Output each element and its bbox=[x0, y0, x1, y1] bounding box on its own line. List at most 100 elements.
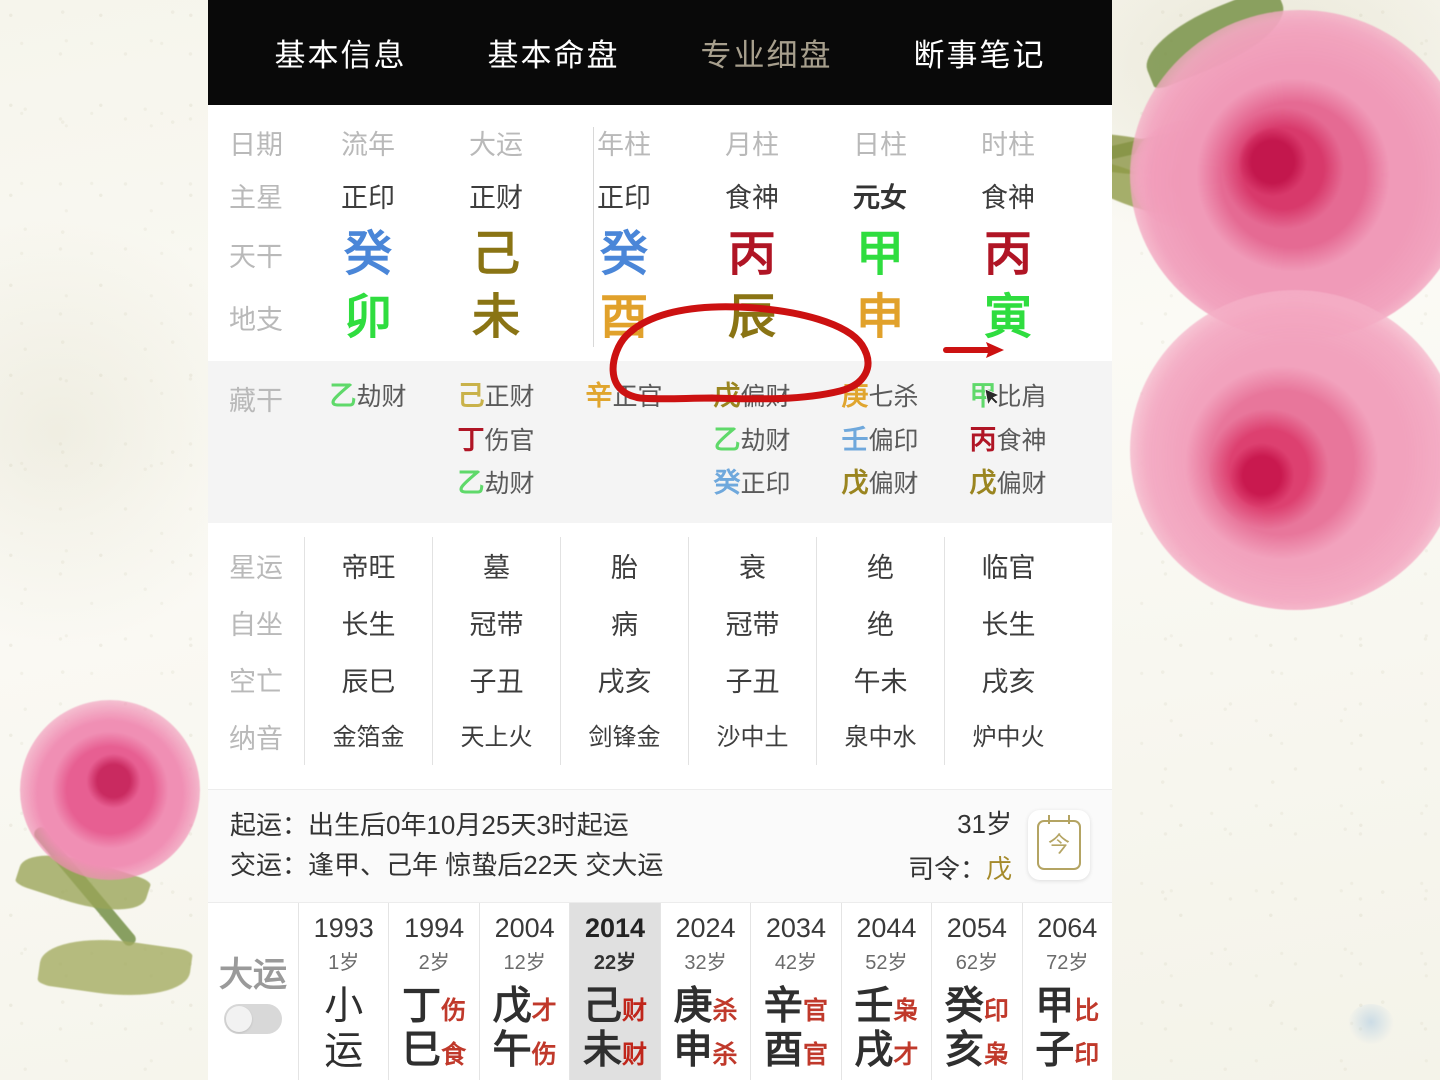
void-3: 子丑 bbox=[688, 650, 816, 708]
jiaoyun-value: 逢甲、己年 惊蛰后22天 交大运 bbox=[308, 849, 664, 880]
dayun-age: 22岁 bbox=[593, 951, 637, 974]
gan-liunian[interactable]: 癸 bbox=[304, 227, 432, 282]
today-button[interactable]: 今 bbox=[1028, 809, 1090, 880]
gan-month[interactable]: 丙 bbox=[688, 227, 816, 282]
tab-basic-info[interactable]: 基本信息 bbox=[275, 30, 407, 75]
toggle-knob bbox=[226, 1005, 252, 1032]
dayun-zhi-god: 官 bbox=[802, 1040, 828, 1069]
tab-basic-chart[interactable]: 基本命盘 bbox=[488, 30, 620, 75]
dayun-zhi: 亥 bbox=[944, 1028, 984, 1072]
zhi-day[interactable]: 申 bbox=[816, 290, 944, 345]
void-0: 辰巳 bbox=[304, 650, 432, 708]
dayun-age: 32岁 bbox=[684, 951, 727, 974]
dayun-age: 52岁 bbox=[865, 951, 908, 974]
zhi-liunian[interactable]: 卯 bbox=[304, 290, 432, 345]
pillars-section: 日期 流年 大运 年柱 月柱 日柱 时柱 主星 正印 正财 正印 食神 元女 食… bbox=[208, 105, 1112, 361]
col-head-day: 日柱 bbox=[853, 130, 907, 160]
dayun-column-2044[interactable]: 2044 52岁 壬枭 戌才 bbox=[840, 902, 931, 1080]
zhi-year[interactable]: 酉 bbox=[560, 290, 688, 345]
dayun-year: 2004 bbox=[494, 912, 555, 943]
dayun-year: 2034 bbox=[765, 912, 826, 943]
col-head-dayun: 大运 bbox=[469, 130, 523, 160]
zhi-hour[interactable]: 寅 bbox=[944, 290, 1072, 345]
zhi-dayun[interactable]: 未 bbox=[432, 290, 560, 345]
dayun-column-1994[interactable]: 1994 2岁 丁伤 巳食 bbox=[388, 902, 478, 1080]
row-label-nayin: 纳音 bbox=[229, 723, 283, 754]
dayun-zhi-god: 财 bbox=[622, 1040, 648, 1069]
gan-hour[interactable]: 丙 bbox=[944, 227, 1072, 282]
jiaoyun-label: 交运： bbox=[230, 849, 309, 880]
dayun-gan-line: 壬枭 bbox=[842, 985, 931, 1029]
qiyun-line: 起运：出生后0年10月25天3时起运 bbox=[230, 805, 663, 845]
screenshot-root: 基本信息 基本命盘 专业细盘 断事笔记 日期 流年 大运 年柱 月柱 日柱 时柱 bbox=[0, 0, 1440, 1080]
hidden-stem-god: 正印 bbox=[740, 469, 791, 498]
hidden-stem-char: 戊 bbox=[969, 467, 997, 498]
hidden-stem-char: 癸 bbox=[713, 467, 741, 498]
age-and-siling: 31岁 司令：戊 bbox=[908, 804, 1012, 886]
hidden-stems-section: 藏干 乙劫财 己正财 丁伤官 乙劫财 辛正官 戊偏财 乙劫财 癸正印 庚七杀 壬偏印 戊偏财… bbox=[208, 361, 1112, 523]
dayun-gan: 戊 bbox=[492, 984, 532, 1028]
hidden-stem-god: 偏印 bbox=[868, 426, 919, 455]
dayun-gan: 癸 bbox=[944, 984, 984, 1028]
hidden-stem-char: 乙 bbox=[329, 381, 357, 412]
dayun-column-2064[interactable]: 2064 72岁 甲比 子印 bbox=[1021, 902, 1112, 1080]
tab-pro-detail[interactable]: 专业细盘 bbox=[701, 30, 833, 75]
hidden-stem-char: 戊 bbox=[841, 467, 869, 498]
dayun-zhi-god: 枭 bbox=[983, 1040, 1009, 1069]
dayun-year: 1993 bbox=[313, 912, 374, 943]
tab-notes[interactable]: 断事笔记 bbox=[914, 30, 1046, 75]
dayun-gan-god: 比 bbox=[1074, 996, 1100, 1025]
dayun-zhi-line: 未财 bbox=[570, 1029, 659, 1073]
qiyun-value: 出生后0年10月25天3时起运 bbox=[308, 809, 629, 840]
dayun-column-2034[interactable]: 2034 42岁 辛官 酉官 bbox=[750, 902, 840, 1080]
dayun-column-2024[interactable]: 2024 32岁 庚杀 申杀 bbox=[659, 902, 750, 1080]
dayun-gan-line: 戊才 bbox=[480, 985, 569, 1029]
self-sit-4: 绝 bbox=[816, 593, 944, 651]
dayun-gan-line: 癸印 bbox=[932, 985, 1021, 1029]
gan-day[interactable]: 甲 bbox=[816, 227, 944, 282]
main-star-dayun: 正财 bbox=[469, 183, 523, 213]
hidden-stems-month: 戊偏财 乙劫财 癸正印 bbox=[688, 375, 816, 505]
zhi-month[interactable]: 辰 bbox=[688, 290, 816, 345]
hidden-stem-item: 甲比肩 bbox=[944, 375, 1072, 418]
row-label-main-star: 主星 bbox=[229, 183, 283, 213]
siling-value: 戊 bbox=[985, 853, 1012, 884]
void-row: 空亡 辰巳 子丑 戌亥 子丑 午未 戌亥 bbox=[208, 650, 1112, 708]
gan-year[interactable]: 癸 bbox=[560, 227, 688, 282]
dayun-title: 大运 bbox=[219, 955, 287, 994]
toggle-switch-icon[interactable] bbox=[224, 1003, 282, 1034]
dayun-gan: 甲 bbox=[1035, 984, 1075, 1028]
hidden-stem-item: 辛正官 bbox=[560, 375, 688, 418]
dayun-gan: 庚 bbox=[673, 984, 713, 1028]
void-2: 戌亥 bbox=[560, 650, 688, 708]
dayun-gan-line: 丁伤 bbox=[389, 985, 478, 1029]
dayun-zhi: 酉 bbox=[763, 1028, 803, 1072]
dayun-gan-god: 印 bbox=[983, 996, 1009, 1025]
dayun-column-2054[interactable]: 2054 62岁 癸印 亥枭 bbox=[931, 902, 1021, 1080]
dayun-column-1993[interactable]: 1993 1岁小运 bbox=[298, 902, 388, 1080]
hidden-stem-char: 乙 bbox=[457, 467, 485, 498]
main-star-month: 食神 bbox=[725, 183, 779, 213]
nayin-2: 剑锋金 bbox=[560, 707, 688, 765]
hidden-stem-item: 己正财 bbox=[432, 375, 560, 418]
dayun-column-2004[interactable]: 2004 12岁 戊才 午伤 bbox=[478, 902, 569, 1080]
dayun-year: 1994 bbox=[404, 912, 465, 943]
star-luck-5: 临官 bbox=[944, 536, 1072, 594]
row-label-date: 日期 bbox=[229, 130, 283, 160]
heavenly-stem-row: 天干 癸 己 癸 丙 甲 丙 bbox=[208, 227, 1112, 282]
main-star-hour: 食神 bbox=[981, 183, 1035, 213]
dayun-zhi-god: 印 bbox=[1074, 1040, 1100, 1069]
dayun-zhi-god: 食 bbox=[441, 1040, 467, 1069]
hidden-stems-dayun: 己正财 丁伤官 乙劫财 bbox=[432, 375, 560, 505]
dayun-column-2014[interactable]: 2014 22岁 己财 未财 bbox=[569, 902, 660, 1080]
row-label-self-sit: 自坐 bbox=[229, 609, 283, 640]
dayun-age: 72岁 bbox=[1046, 951, 1089, 974]
dayun-age: 62岁 bbox=[955, 951, 998, 974]
dayun-ganzhi: 辛官 酉官 bbox=[751, 985, 840, 1072]
self-sit-2: 病 bbox=[560, 593, 688, 651]
hidden-stem-item: 乙劫财 bbox=[688, 419, 816, 462]
hidden-stem-char: 丁 bbox=[457, 424, 485, 455]
gan-dayun[interactable]: 己 bbox=[432, 227, 560, 282]
dayun-zhi: 巳 bbox=[402, 1028, 442, 1072]
dayun-title-cell: 大运 bbox=[208, 903, 298, 1080]
